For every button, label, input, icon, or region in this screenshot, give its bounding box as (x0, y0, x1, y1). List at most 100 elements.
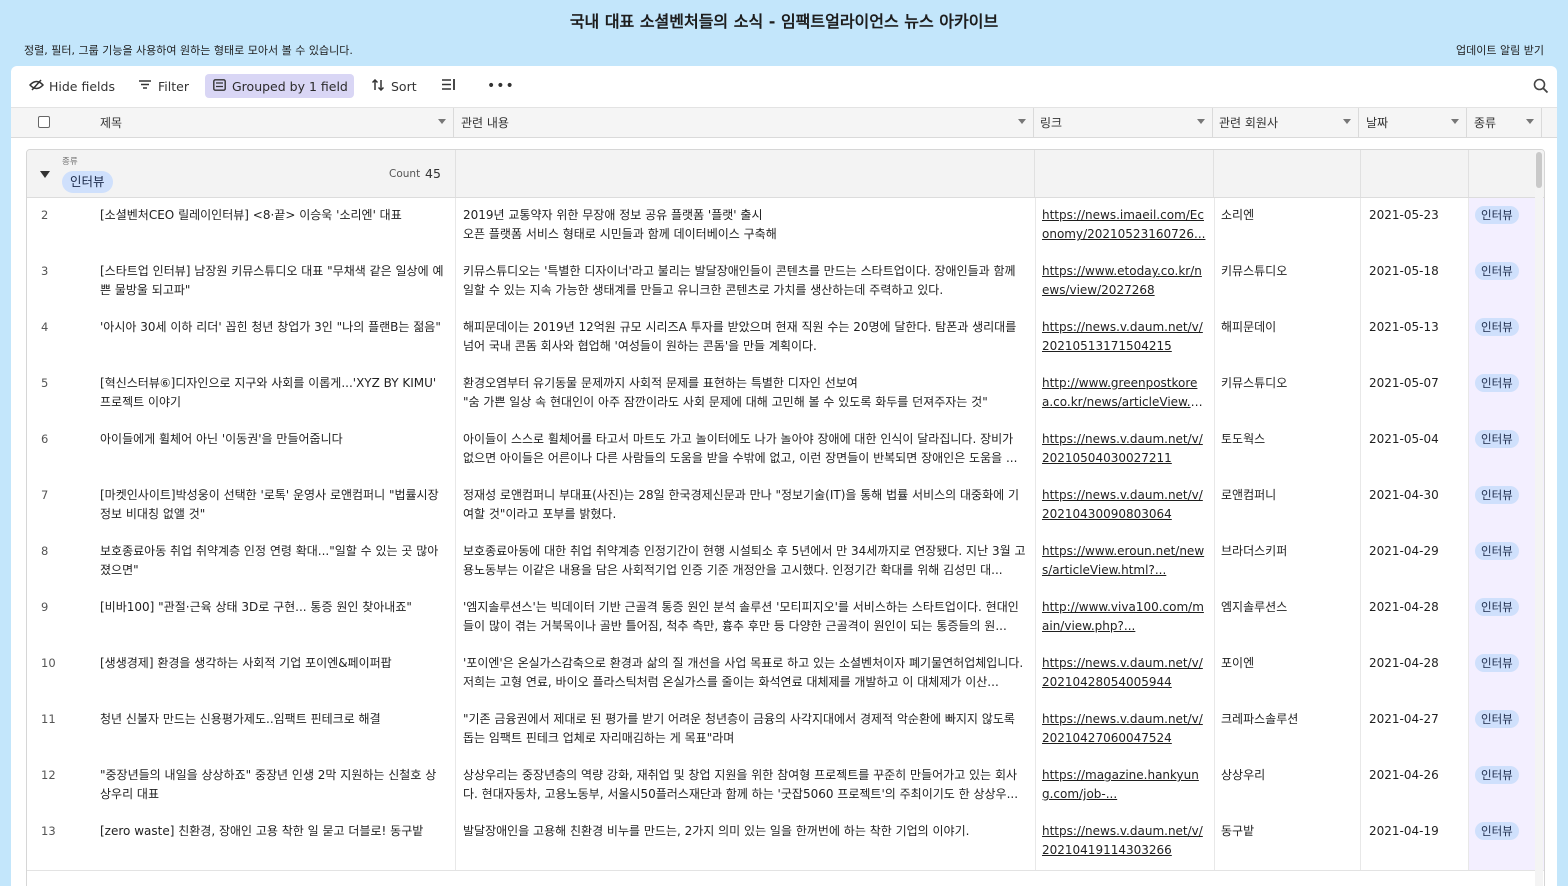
table-row[interactable]: 13 [zero waste] 친환경, 장애인 고용 착한 일 묻고 더블로! … (27, 814, 1544, 871)
cell-content[interactable]: 보호종료아동에 대한 취업 취약계층 인정기간이 현행 시설퇴소 후 5년에서 … (456, 534, 1036, 590)
chevron-down-icon[interactable] (438, 119, 446, 124)
cell-link-text[interactable]: https://magazine.hankyung.com/job-... (1042, 766, 1206, 804)
cell-title[interactable]: [생생경제] 환경을 생각하는 사회적 기업 포이엔&페이퍼팝 (93, 646, 456, 702)
sort-button[interactable]: Sort (364, 74, 423, 98)
table-row[interactable]: 6 아이들에게 휠체어 아닌 '이동권'을 만들어줍니다 아이들이 스스로 휠체어를… (27, 422, 1544, 479)
cell-content[interactable]: 정재성 로앤컴퍼니 부대표(사진)는 28일 한국경제신문과 만나 "정보기술(… (456, 478, 1036, 534)
cell-type[interactable]: 인터뷰 (1469, 422, 1544, 478)
row-height-button[interactable] (434, 74, 467, 98)
cell-title[interactable]: "중장년들의 내일을 상상하죠" 중장년 인생 2막 지원하는 신철호 상상우리… (93, 758, 456, 814)
subscribe-link[interactable]: 업데이트 알림 받기 (1456, 42, 1544, 58)
cell-link[interactable]: https://news.imaeil.com/Economy/20210523… (1035, 198, 1215, 254)
chevron-down-icon[interactable] (1451, 119, 1459, 124)
cell-link[interactable]: http://www.greenpostkorea.co.kr/news/art… (1035, 366, 1215, 422)
cell-date[interactable]: 2021-04-28 (1361, 590, 1469, 646)
cell-content[interactable]: '포이엔'은 온실가스감축으로 환경과 삶의 질 개선을 사업 목표로 하고 있… (456, 646, 1036, 702)
cell-title[interactable]: [소셜벤처CEO 릴레이인터뷰] <8·끝> 이승욱 '소리엔' 대표 (93, 198, 456, 254)
cell-link-text[interactable]: https://news.imaeil.com/Economy/20210523… (1042, 206, 1206, 244)
cell-content[interactable]: 2019년 교통약자 위한 무장애 정보 공유 플랫폼 '플랫' 출시 오픈 플… (456, 198, 1036, 254)
cell-link[interactable]: http://www.viva100.com/main/view.php?... (1035, 590, 1215, 646)
column-header-date[interactable]: 날짜 (1359, 108, 1467, 137)
cell-link-text[interactable]: https://news.v.daum.net/v/20210504030027… (1042, 430, 1206, 468)
cell-date[interactable]: 2021-05-07 (1361, 366, 1469, 422)
column-header-type[interactable]: 종류 (1467, 108, 1542, 137)
cell-title[interactable]: '아시아 30세 이하 리더' 꼽힌 청년 창업가 3인 "나의 플랜B는 젊음… (93, 310, 456, 366)
table-row[interactable]: 12 "중장년들의 내일을 상상하죠" 중장년 인생 2막 지원하는 신철호 상상… (27, 758, 1544, 815)
table-row[interactable]: 11 청년 신불자 만드는 신용평가제도..임팩트 핀테크로 해결 "기존 금융권에… (27, 702, 1544, 759)
cell-member[interactable]: 크레파스솔루션 (1214, 702, 1361, 758)
cell-link-text[interactable]: https://news.v.daum.net/v/20210430090803… (1042, 486, 1206, 524)
cell-title[interactable]: [혁신스터뷰⑥]디자인으로 지구와 사회를 이롭게...'XYZ BY KIMU… (93, 366, 456, 422)
cell-type[interactable]: 인터뷰 (1469, 366, 1544, 422)
scrollbar-thumb[interactable] (1536, 152, 1542, 188)
cell-date[interactable]: 2021-04-26 (1361, 758, 1469, 814)
chevron-down-icon[interactable] (1343, 119, 1351, 124)
cell-date[interactable]: 2021-04-28 (1361, 646, 1469, 702)
cell-type[interactable]: 인터뷰 (1469, 534, 1544, 590)
cell-member[interactable]: 토도웍스 (1214, 422, 1361, 478)
cell-title[interactable]: [스타트업 인터뷰] 남장원 키뮤스튜디오 대표 "무채색 같은 일상에 예쁜 … (93, 254, 456, 310)
cell-title[interactable]: [zero waste] 친환경, 장애인 고용 착한 일 묻고 더블로! 동구… (93, 814, 456, 870)
cell-title[interactable]: [마켓인사이트]박성웅이 선택한 '로톡' 운영사 로앤컴퍼니 "법률시장 정보… (93, 478, 456, 534)
cell-date[interactable]: 2021-04-19 (1361, 814, 1469, 870)
cell-content[interactable]: 상상우리는 중장년층의 역량 강화, 재취업 및 창업 지원을 위한 참여형 프… (456, 758, 1036, 814)
cell-member[interactable]: 키뮤스튜디오 (1214, 254, 1361, 310)
cell-type[interactable]: 인터뷰 (1469, 758, 1544, 814)
cell-type[interactable]: 인터뷰 (1469, 310, 1544, 366)
cell-date[interactable]: 2021-05-23 (1361, 198, 1469, 254)
column-header-content[interactable]: 관련 내용 (454, 108, 1034, 137)
table-row[interactable]: 5 [혁신스터뷰⑥]디자인으로 지구와 사회를 이롭게...'XYZ BY KIM… (27, 366, 1544, 423)
cell-link-text[interactable]: https://news.v.daum.net/v/20210419114303… (1042, 822, 1206, 860)
group-button[interactable]: Grouped by 1 field (205, 74, 354, 98)
cell-type[interactable]: 인터뷰 (1469, 590, 1544, 646)
cell-content[interactable]: 해피문데이는 2019년 12억원 규모 시리즈A 투자를 받았으며 현재 직원… (456, 310, 1036, 366)
table-row[interactable]: 7 [마켓인사이트]박성웅이 선택한 '로톡' 운영사 로앤컴퍼니 "법률시장 정… (27, 478, 1544, 535)
cell-member[interactable]: 상상우리 (1214, 758, 1361, 814)
chevron-down-icon[interactable] (1197, 119, 1205, 124)
cell-link-text[interactable]: https://news.v.daum.net/v/20210427060047… (1042, 710, 1206, 748)
table-row[interactable]: 4 '아시아 30세 이하 리더' 꼽힌 청년 창업가 3인 "나의 플랜B는 젊… (27, 310, 1544, 367)
cell-link[interactable]: https://www.etoday.co.kr/news/view/20272… (1035, 254, 1215, 310)
filter-button[interactable]: Filter (131, 74, 195, 98)
chevron-down-icon[interactable] (1526, 119, 1534, 124)
cell-link[interactable]: https://news.v.daum.net/v/20210513171504… (1035, 310, 1215, 366)
table-row[interactable]: 3 [스타트업 인터뷰] 남장원 키뮤스튜디오 대표 "무채색 같은 일상에 예쁜… (27, 254, 1544, 311)
cell-link[interactable]: https://news.v.daum.net/v/20210427060047… (1035, 702, 1215, 758)
cell-date[interactable]: 2021-04-30 (1361, 478, 1469, 534)
cell-link-text[interactable]: http://www.greenpostkorea.co.kr/news/art… (1042, 374, 1206, 412)
cell-content[interactable]: 환경오염부터 유기동물 문제까지 사회적 문제를 표현하는 특별한 디자인 선보… (456, 366, 1036, 422)
cell-link-text[interactable]: https://www.etoday.co.kr/news/view/20272… (1042, 262, 1206, 300)
table-row[interactable]: 9 [비바100] "관절·근육 상태 3D로 구현... 통증 원인 찾아내죠"… (27, 590, 1544, 647)
cell-link[interactable]: https://news.v.daum.net/v/20210430090803… (1035, 478, 1215, 534)
cell-member[interactable]: 소리엔 (1214, 198, 1361, 254)
cell-member[interactable]: 로앤컴퍼니 (1214, 478, 1361, 534)
search-icon[interactable] (1533, 78, 1549, 94)
cell-date[interactable]: 2021-04-29 (1361, 534, 1469, 590)
cell-title[interactable]: 청년 신불자 만드는 신용평가제도..임팩트 핀테크로 해결 (93, 702, 456, 758)
cell-content[interactable]: 아이들이 스스로 휠체어를 타고서 마트도 가고 놀이터에도 나가 놀아야 장애… (456, 422, 1036, 478)
cell-date[interactable]: 2021-04-27 (1361, 702, 1469, 758)
table-row[interactable]: 2 [소셜벤처CEO 릴레이인터뷰] <8·끝> 이승욱 '소리엔' 대표 2019… (27, 198, 1544, 255)
cell-member[interactable]: 포이엔 (1214, 646, 1361, 702)
cell-content[interactable]: 발달장애인을 고용해 친환경 비누를 만드는, 2가지 의미 있는 일을 한꺼번… (456, 814, 1036, 870)
cell-content[interactable]: 키뮤스튜디오는 '특별한 디자이너'라고 불리는 발달장애인들이 콘텐츠를 만드… (456, 254, 1036, 310)
column-header-title[interactable]: 제목 (11, 108, 454, 137)
cell-type[interactable]: 인터뷰 (1469, 646, 1544, 702)
vertical-scrollbar[interactable] (1535, 150, 1543, 886)
cell-member[interactable]: 엠지솔루션스 (1214, 590, 1361, 646)
cell-date[interactable]: 2021-05-04 (1361, 422, 1469, 478)
cell-link-text[interactable]: http://www.viva100.com/main/view.php?... (1042, 598, 1206, 636)
cell-member[interactable]: 동구밭 (1214, 814, 1361, 870)
cell-member[interactable]: 키뮤스튜디오 (1214, 366, 1361, 422)
cell-title[interactable]: 보호종료아동 취업 취약계층 인정 연령 확대..."일할 수 있는 곳 많아졌… (93, 534, 456, 590)
table-row[interactable]: 8 보호종료아동 취업 취약계층 인정 연령 확대..."일할 수 있는 곳 많아… (27, 534, 1544, 591)
collapse-triangle-icon[interactable] (40, 171, 50, 178)
cell-member[interactable]: 해피문데이 (1214, 310, 1361, 366)
cell-type[interactable]: 인터뷰 (1469, 814, 1544, 870)
hide-fields-button[interactable]: Hide fields (22, 74, 121, 98)
cell-member[interactable]: 브라더스키퍼 (1214, 534, 1361, 590)
cell-type[interactable]: 인터뷰 (1469, 254, 1544, 310)
cell-content[interactable]: '엠지솔루션스'는 빅데이터 기반 근골격 통증 원인 분석 솔루션 '모티피지… (456, 590, 1036, 646)
table-row[interactable]: 10 [생생경제] 환경을 생각하는 사회적 기업 포이엔&페이퍼팝 '포이엔'은 … (27, 646, 1544, 703)
column-header-link[interactable]: 링크 (1033, 108, 1213, 137)
